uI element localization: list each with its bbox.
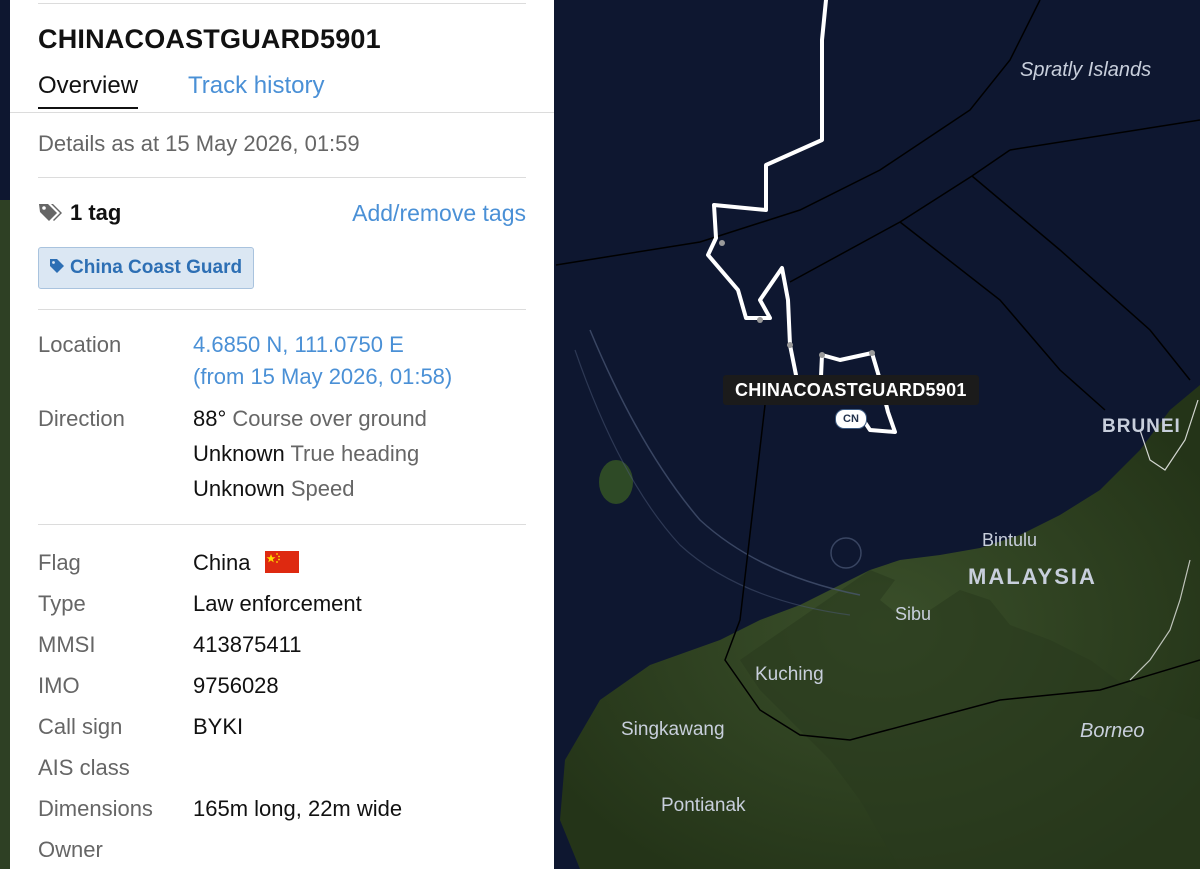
china-flag-icon (264, 551, 299, 573)
island (599, 460, 633, 504)
label-singkawang: Singkawang (621, 719, 725, 740)
location-timestamp-link[interactable]: (from 15 May 2026, 01:58) (193, 364, 452, 390)
track-point[interactable] (787, 342, 793, 348)
flag-country: China (193, 550, 251, 575)
type-label: Type (38, 591, 86, 616)
label-kuching: Kuching (755, 664, 824, 685)
speed-desc: Speed (290, 476, 355, 501)
location-label: Location (38, 332, 122, 357)
ais-class-label: AIS class (38, 755, 130, 780)
track-point[interactable] (869, 350, 875, 356)
vessel-name: CHINACOASTGUARD5901 (38, 24, 381, 54)
speed: Unknown Speed (193, 476, 354, 502)
label-sibu: Sibu (895, 604, 931, 624)
tags-header: 1 tag Add/remove tags (38, 198, 526, 230)
call-sign-value: BYKI (193, 714, 244, 739)
imo-value: 9756028 (193, 673, 279, 698)
label-bintulu: Bintulu (982, 530, 1037, 550)
owner-label: Owner (38, 837, 103, 862)
course-over-ground: 88° Course over ground (193, 406, 427, 432)
mmsi-value: 413875411 (193, 632, 302, 657)
label-spratly-islands: Spratly Islands (1020, 59, 1151, 81)
track-point[interactable] (719, 240, 725, 246)
add-remove-tags-link[interactable]: Add/remove tags (352, 200, 526, 227)
tag-chip-label: China Coast Guard (70, 257, 243, 278)
flag-value: China (193, 550, 299, 576)
dimensions-value: 165m long, 22m wide (193, 796, 403, 821)
tag-icon (49, 258, 65, 279)
track-point[interactable] (819, 352, 825, 358)
heading-desc: True heading (290, 441, 420, 466)
type-value: Law enforcement (193, 591, 362, 616)
divider (38, 524, 526, 525)
divider (38, 309, 526, 310)
tab-overview[interactable]: Overview (38, 72, 139, 109)
speed-value: Unknown (193, 476, 285, 501)
direction-label: Direction (38, 406, 125, 431)
label-borneo: Borneo (1080, 720, 1145, 742)
label-pontianak: Pontianak (661, 795, 746, 816)
heading-value: Unknown (193, 441, 285, 466)
divider (38, 177, 526, 178)
vessel-map-label[interactable]: CHINACOASTGUARD5901 (723, 375, 979, 405)
tab-bar: Overview Track history (10, 66, 554, 113)
vessel-details-panel: CHINACOASTGUARD5901 Overview Track histo… (10, 0, 554, 869)
label-malaysia: MALAYSIA (968, 564, 1097, 589)
call-sign-label: Call sign (38, 714, 123, 739)
vessel-flag-badge[interactable]: CN (835, 409, 867, 429)
true-heading: Unknown True heading (193, 441, 419, 467)
tag-count: 1 tag (70, 200, 122, 225)
label-brunei: BRUNEI (1102, 416, 1181, 437)
tag-chip[interactable]: China Coast Guard (38, 247, 255, 289)
details-timestamp: Details as at 15 May 2026, 01:59 (38, 131, 360, 156)
dimensions-label: Dimensions (38, 796, 153, 821)
tag-icon (38, 202, 64, 229)
imo-label: IMO (38, 673, 80, 698)
course-value: 88° (193, 406, 227, 431)
location-coords-link[interactable]: 4.6850 N, 111.0750 E (193, 332, 404, 358)
tab-track-history[interactable]: Track history (188, 72, 324, 100)
flag-label: Flag (38, 550, 81, 575)
course-desc: Course over ground (232, 406, 427, 431)
divider (38, 3, 526, 4)
mmsi-label: MMSI (38, 632, 96, 657)
track-point[interactable] (757, 317, 763, 323)
